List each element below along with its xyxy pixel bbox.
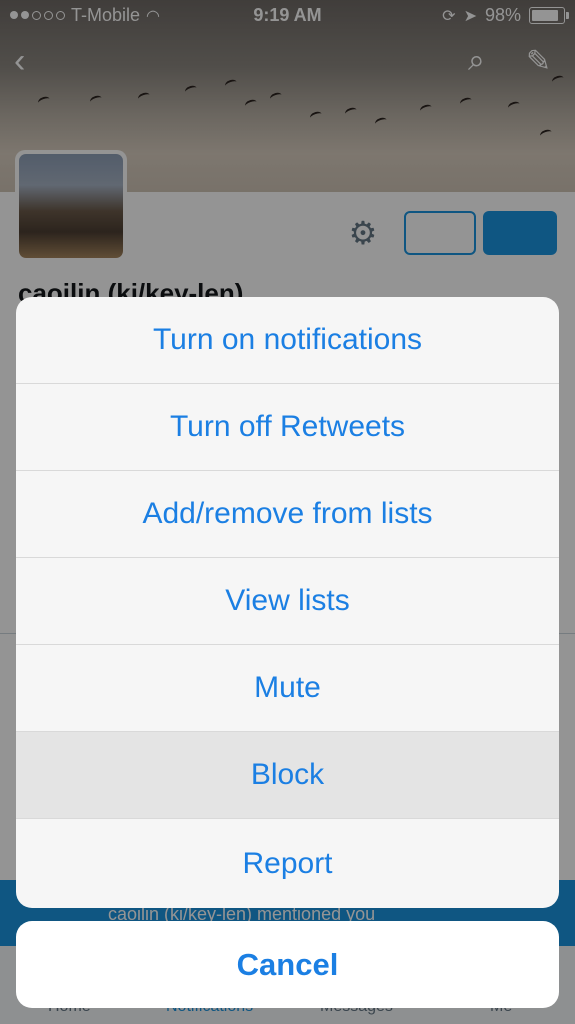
turn-off-retweets-option[interactable]: Turn off Retweets bbox=[16, 384, 559, 471]
block-option[interactable]: Block bbox=[16, 732, 559, 819]
turn-on-notifications-option[interactable]: Turn on notifications bbox=[16, 297, 559, 384]
report-option[interactable]: Report bbox=[16, 819, 559, 908]
view-lists-option[interactable]: View lists bbox=[16, 558, 559, 645]
cancel-button[interactable]: Cancel bbox=[16, 921, 559, 1008]
mute-option[interactable]: Mute bbox=[16, 645, 559, 732]
action-sheet: Turn on notifications Turn off Retweets … bbox=[16, 297, 559, 908]
add-remove-from-lists-option[interactable]: Add/remove from lists bbox=[16, 471, 559, 558]
